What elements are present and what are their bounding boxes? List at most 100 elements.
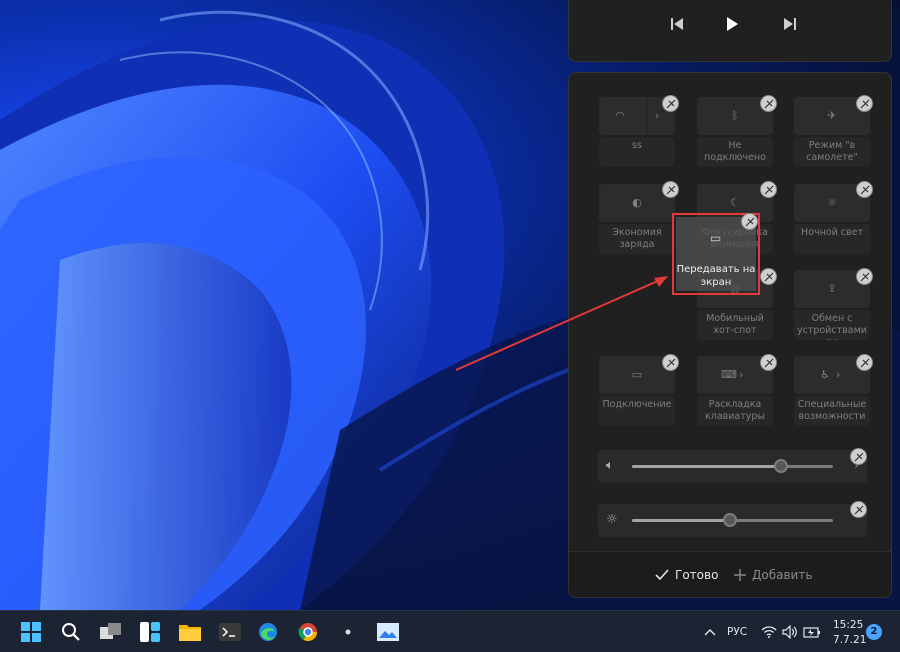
- cast-connect-icon: ▭: [631, 368, 643, 381]
- unpin-icon: [764, 358, 773, 367]
- widgets-button[interactable]: [138, 620, 162, 644]
- unpin-icon: [860, 272, 869, 281]
- unpin-icon: [666, 99, 675, 108]
- start-button[interactable]: [19, 620, 43, 644]
- add-button[interactable]: Добавить: [734, 552, 812, 598]
- tile-label: Мобильный хот-спот: [697, 310, 773, 340]
- chevron-up-icon: [704, 629, 716, 636]
- wifi-icon: [761, 626, 777, 638]
- night-light-icon: ☼: [827, 196, 837, 209]
- unpin-button[interactable]: [662, 354, 679, 371]
- terminal-button[interactable]: [218, 620, 242, 644]
- input-language-indicator[interactable]: РУС: [727, 626, 747, 638]
- speaker-icon: [782, 625, 797, 639]
- speaker-icon: 🔈︎: [606, 458, 614, 473]
- unpin-button[interactable]: [850, 448, 867, 465]
- keyboard-icon: ⌨: [721, 368, 737, 381]
- volume-track[interactable]: [632, 459, 833, 473]
- clock-time[interactable]: 15:25: [833, 619, 863, 631]
- chevron-right-icon[interactable]: ›: [655, 109, 659, 122]
- done-button[interactable]: Готово: [655, 552, 718, 598]
- moon-icon: ☾: [730, 196, 740, 209]
- unpin-icon: [764, 99, 773, 108]
- unpin-icon: [860, 185, 869, 194]
- unpin-icon: [745, 217, 754, 226]
- battery-saver-icon: ◐: [632, 196, 642, 209]
- tile-label: Не подключено: [697, 137, 773, 167]
- tile-label: Обмен с устройствами по: [794, 310, 870, 340]
- chevron-right-icon[interactable]: ›: [739, 368, 743, 381]
- unpin-button[interactable]: [856, 268, 873, 285]
- volume-thumb[interactable]: [773, 459, 788, 473]
- battery-icon-button[interactable]: [800, 620, 824, 644]
- share-icon: ⇪: [827, 282, 837, 295]
- app-button[interactable]: [336, 620, 360, 644]
- unpin-button[interactable]: [856, 181, 873, 198]
- next-track-button[interactable]: [774, 10, 806, 38]
- show-hidden-icons-button[interactable]: [698, 620, 722, 644]
- unpin-icon: [764, 272, 773, 281]
- tile-label: Режим "в самолете": [794, 137, 870, 167]
- play-icon: [727, 17, 738, 31]
- tile-label: Ночной свет: [794, 224, 870, 254]
- unpin-icon: [666, 185, 675, 194]
- unpin-icon: [854, 505, 863, 514]
- unpin-button[interactable]: [850, 501, 867, 518]
- tile-label: Специальные возможности: [794, 396, 870, 426]
- task-view-button[interactable]: [99, 620, 123, 644]
- photos-app-button[interactable]: [376, 620, 400, 644]
- chrome-icon: [298, 623, 317, 642]
- unpin-icon: [854, 452, 863, 461]
- tile-label: Экономия заряда: [599, 224, 675, 254]
- unpin-icon: [860, 358, 869, 367]
- volume-slider[interactable]: 🔈︎ ›: [598, 450, 867, 483]
- done-label: Готово: [675, 568, 719, 582]
- task-view-icon: [100, 623, 121, 639]
- play-button[interactable]: [716, 10, 748, 38]
- unpin-button[interactable]: [856, 354, 873, 371]
- brightness-slider[interactable]: ☼: [598, 504, 867, 537]
- airplane-icon: ✈: [827, 109, 837, 122]
- bluetooth-icon: ᛒ: [731, 109, 739, 122]
- unpin-button[interactable]: [760, 181, 777, 198]
- checkmark-icon: [655, 569, 669, 581]
- chrome-browser-button[interactable]: [296, 620, 320, 644]
- file-explorer-button[interactable]: [178, 620, 202, 644]
- brightness-thumb[interactable]: [723, 513, 738, 527]
- unpin-button[interactable]: [662, 181, 679, 198]
- edge-browser-button[interactable]: [256, 620, 280, 644]
- previous-track-button[interactable]: [661, 10, 693, 38]
- volume-fill: [632, 465, 781, 468]
- tile-label: Раскладка клавиатуры: [697, 396, 773, 426]
- quick-settings-footer: Готово Добавить: [569, 551, 891, 597]
- unpin-button[interactable]: [760, 354, 777, 371]
- unpin-icon: [764, 185, 773, 194]
- add-label: Добавить: [752, 568, 813, 582]
- chevron-right-icon[interactable]: ›: [836, 368, 840, 381]
- media-controls-panel: [568, 0, 892, 62]
- brightness-track[interactable]: [632, 513, 833, 527]
- project-screen-icon: ▭: [710, 231, 722, 245]
- unpin-icon: [860, 99, 869, 108]
- sun-icon: ☼: [606, 512, 618, 527]
- search-button[interactable]: [59, 620, 83, 644]
- next-icon: [784, 18, 796, 30]
- unpin-button[interactable]: [662, 95, 679, 112]
- volume-icon-button[interactable]: [778, 620, 802, 644]
- terminal-icon: [219, 623, 241, 641]
- plus-icon: [734, 569, 746, 581]
- edge-icon: [259, 623, 277, 641]
- tile-label: ss: [599, 137, 675, 167]
- taskbar: РУС 15:25 7.7.21: [0, 610, 900, 652]
- unpin-button[interactable]: [856, 95, 873, 112]
- folder-icon: [179, 625, 201, 641]
- image-icon: [377, 623, 399, 641]
- brightness-fill: [632, 519, 731, 522]
- notification-badge[interactable]: 2: [866, 624, 882, 640]
- unpin-button[interactable]: [741, 213, 758, 230]
- search-icon: [62, 623, 80, 641]
- unpin-button[interactable]: [760, 268, 777, 285]
- dragged-tile-label: Передавать на экран: [676, 264, 756, 288]
- clock-date[interactable]: 7.7.21: [833, 634, 866, 646]
- unpin-button[interactable]: [760, 95, 777, 112]
